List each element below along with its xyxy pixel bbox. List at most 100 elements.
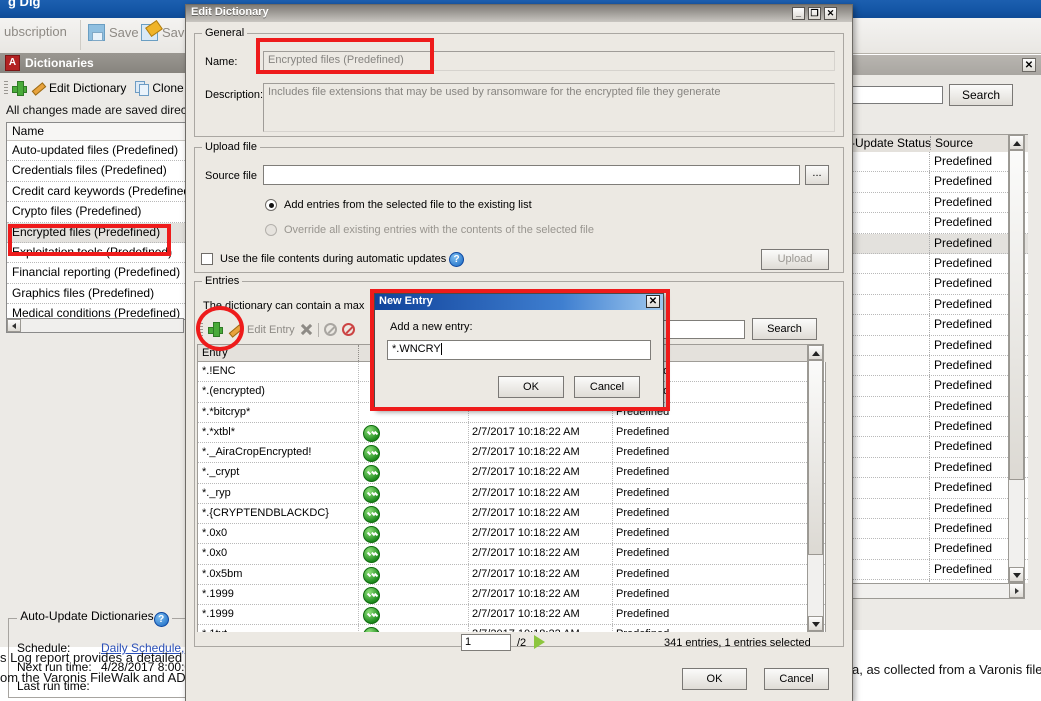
column-divider (358, 443, 359, 462)
edit-entry-button[interactable]: Edit Entry (247, 324, 295, 336)
entries-table-row[interactable]: *.19992/7/2017 10:18:22 AMPredefined (198, 585, 825, 605)
background-search-button[interactable]: Search (949, 84, 1013, 106)
background-grid-row[interactable]: Predefined (848, 437, 1028, 457)
entries-scroll-down-icon[interactable] (808, 616, 823, 631)
entries-table-row[interactable]: *.{CRYPTENDBLACKDC}2/7/2017 10:18:22 AMP… (198, 504, 825, 524)
dialog-cancel-button[interactable]: Cancel (764, 668, 829, 690)
background-grid-row[interactable]: Predefined (848, 397, 1028, 417)
background-grid-row[interactable]: Predefined (848, 152, 1028, 172)
dictionaries-panel: A Dictionaries Edit Dictionary Clone All… (0, 53, 189, 647)
upload-button[interactable]: Upload (761, 249, 829, 270)
radio-add-entries[interactable] (265, 199, 277, 211)
background-grid-row[interactable]: Predefined (848, 356, 1028, 376)
edit-dictionary-icon[interactable] (31, 81, 45, 95)
scroll-up-icon[interactable] (1009, 135, 1024, 150)
scroll-down-icon[interactable] (1009, 567, 1024, 582)
background-grid-row[interactable]: Predefined (848, 336, 1028, 356)
background-grid-row[interactable]: Predefined (848, 539, 1028, 559)
entries-table-row[interactable]: *.1txt2/7/2017 10:18:22 AMPredefined (198, 625, 825, 632)
background-grid-row[interactable]: Predefined (848, 172, 1028, 192)
entries-cell-source: Predefined (616, 585, 669, 604)
browse-button[interactable]: ... (805, 165, 829, 185)
dictionary-list-item[interactable]: Credentials files (Predefined) (7, 161, 185, 181)
background-grid-row[interactable]: Predefined (848, 254, 1028, 274)
maximize-button[interactable]: ❐ (808, 7, 821, 20)
background-grid-row[interactable]: Predefined (848, 315, 1028, 335)
background-grid-row[interactable]: Predefined (848, 213, 1028, 233)
general-legend: General (202, 27, 247, 39)
save-icon (88, 24, 105, 41)
source-file-input[interactable] (263, 165, 800, 185)
reject-entry-icon[interactable] (342, 323, 355, 336)
background-grid-row[interactable]: Predefined (848, 560, 1028, 580)
entries-table-row[interactable]: *.19992/7/2017 10:18:22 AMPredefined (198, 605, 825, 625)
background-grid-row[interactable]: Predefined (848, 499, 1028, 519)
ribbon-subscription-button[interactable]: ubscription (4, 24, 67, 39)
toolbar-grip (4, 81, 8, 95)
entries-cell-source: Predefined (616, 484, 669, 503)
delete-entry-icon[interactable] (300, 323, 313, 336)
entries-scrollbar-thumb[interactable] (808, 360, 823, 555)
background-search-input[interactable] (848, 86, 943, 104)
background-grid-row[interactable]: Predefined (848, 193, 1028, 213)
description-input[interactable]: Includes file extensions that may be use… (263, 83, 835, 132)
dictionary-list-item[interactable]: Credit card keywords (Predefined) (7, 182, 185, 202)
next-page-arrow-icon[interactable] (534, 635, 545, 649)
background-grid-row[interactable]: Predefined (848, 274, 1028, 294)
entries-table-row[interactable]: *._AiraCropEncrypted!2/7/2017 10:18:22 A… (198, 443, 825, 463)
dictionaries-list-hscrollbar[interactable] (6, 318, 184, 333)
scroll-left-icon[interactable] (7, 319, 21, 332)
edit-dictionary-button[interactable]: Edit Dictionary (49, 81, 126, 95)
minimize-button[interactable]: _ (792, 7, 805, 20)
entries-cell-source: Predefined (616, 504, 669, 523)
background-grid-row[interactable]: Predefined (848, 519, 1028, 539)
dictionary-icon: A (5, 55, 20, 71)
radio-override-entries[interactable] (265, 224, 277, 236)
dialog-ok-button[interactable]: OK (682, 668, 747, 690)
entries-table-row[interactable]: *._crypt2/7/2017 10:18:22 AMPredefined (198, 463, 825, 483)
dictionary-list-item[interactable]: Graphics files (Predefined) (7, 284, 185, 304)
background-grid-row[interactable]: Predefined (848, 376, 1028, 396)
ribbon-save-label: Save (109, 25, 139, 40)
scrollbar-thumb[interactable] (1009, 150, 1024, 480)
entries-scroll-up-icon[interactable] (808, 345, 823, 360)
background-grid-row[interactable]: Predefined (848, 234, 1028, 254)
background-grid-row[interactable]: Predefined (848, 458, 1028, 478)
use-file-contents-checkbox[interactable] (201, 253, 213, 265)
page-number-input[interactable]: 1 (461, 634, 511, 651)
dictionaries-list[interactable]: Name Auto-updated files (Predefined)Cred… (6, 122, 186, 320)
background-grid-row[interactable]: Predefined (848, 295, 1028, 315)
dictionary-list-item[interactable]: Auto-updated files (Predefined) (7, 141, 185, 161)
edit-dictionary-titlebar[interactable]: Edit Dictionary _ ❐ ✕ (186, 5, 852, 22)
background-paragraph-right: a, as collected from a Varonis file (852, 662, 1041, 677)
entries-table-row[interactable]: *.*xtbl*2/7/2017 10:18:22 AMPredefined (198, 423, 825, 443)
add-dictionary-icon[interactable] (12, 81, 27, 96)
entries-table-row[interactable]: *._ryp2/7/2017 10:18:22 AMPredefined (198, 484, 825, 504)
background-grid-row[interactable]: Predefined (848, 417, 1028, 437)
entries-cell-entry: *._AiraCropEncrypted! (202, 443, 311, 462)
dictionary-list-item[interactable]: Financial reporting (Predefined) (7, 263, 185, 283)
column-divider (612, 524, 613, 543)
entries-table-row[interactable]: *.0x5bm2/7/2017 10:18:22 AMPredefined (198, 565, 825, 585)
background-grid-row[interactable]: Predefined (848, 478, 1028, 498)
background-grid-close-icon[interactable]: ✕ (1022, 58, 1036, 72)
background-grid-cell-source: Predefined (934, 437, 992, 456)
entries-vscrollbar[interactable] (807, 344, 824, 632)
column-divider (468, 605, 469, 624)
ribbon-save-button[interactable]: Save (88, 24, 139, 41)
close-button[interactable]: ✕ (824, 7, 837, 20)
entries-table-row[interactable]: *.0x02/7/2017 10:18:22 AMPredefined (198, 524, 825, 544)
approve-entry-icon[interactable] (324, 323, 337, 336)
background-grid-vscrollbar[interactable] (1008, 134, 1025, 583)
entries-cell-date: 2/7/2017 10:18:22 AM (472, 423, 580, 442)
background-grid-col-source: Source (930, 136, 973, 150)
scroll-right-icon[interactable] (1009, 583, 1024, 598)
help-icon[interactable]: ? (154, 612, 169, 627)
dictionary-list-item[interactable]: Crypto files (Predefined) (7, 202, 185, 222)
clone-button[interactable]: Clone (152, 81, 183, 95)
entries-search-button[interactable]: Search (752, 318, 817, 340)
entries-table-row[interactable]: *.0x02/7/2017 10:18:22 AMPredefined (198, 544, 825, 564)
upload-help-icon[interactable]: ? (449, 252, 464, 267)
background-grid-hscrollbar[interactable] (848, 583, 1025, 599)
clone-icon[interactable] (135, 81, 148, 95)
